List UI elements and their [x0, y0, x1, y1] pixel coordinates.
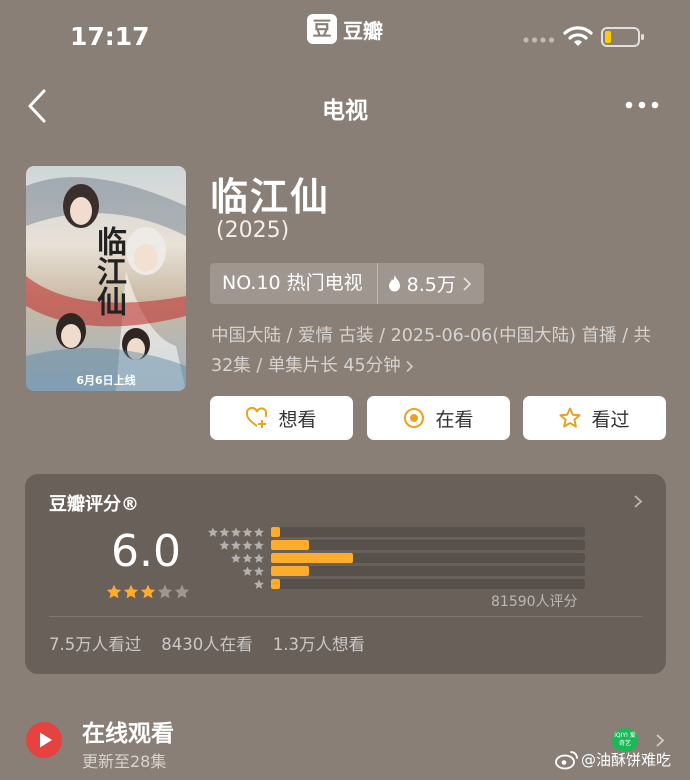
watermark-text: @油酥饼难吃 [581, 751, 672, 769]
watching-label: 在看 [435, 408, 474, 431]
rating-bar-track [271, 566, 585, 576]
rating-bar-track [271, 553, 585, 563]
platform-badge-text: iQIYI 爱奇艺 [614, 732, 636, 747]
watching-button[interactable]: 在看 [367, 396, 510, 440]
mini-stars-icon [219, 540, 264, 550]
want-to-watch-button[interactable]: 想看 [210, 396, 353, 440]
popularity: 8.5万 [378, 270, 484, 297]
douban-logo-icon: 豆 [307, 14, 337, 44]
popularity-count: 8.5万 [406, 274, 456, 296]
rating-bar-track [271, 579, 585, 589]
cellular-signal-icon [523, 37, 555, 43]
fire-icon [388, 275, 400, 292]
weibo-icon [555, 750, 578, 769]
chevron-right-icon[interactable] [633, 494, 643, 509]
eye-target-icon [404, 408, 425, 428]
watched-button[interactable]: 看过 [523, 396, 666, 440]
app-badge: 豆 豆瓣 [307, 14, 383, 44]
star-empty-icon [174, 584, 190, 599]
watched-label: 看过 [591, 408, 630, 431]
rating-bar-track [271, 527, 585, 537]
show-year: (2025) [216, 218, 290, 243]
battery-icon [601, 27, 644, 47]
show-meta-info[interactable]: 中国大陆 / 爱情 古装 / 2025-06-06(中国大陆) 首播 / 共32… [211, 321, 661, 381]
page-title: 电视 [322, 98, 368, 124]
watching-count[interactable]: 8430人在看 [161, 631, 253, 655]
watch-stats: 7.5万人看过 8430人在看 1.3万人想看 [49, 631, 365, 655]
online-watch-subtitle: 更新至28集 [82, 752, 167, 771]
mini-stars-icon [254, 579, 264, 589]
rating-bar-fill [271, 566, 309, 576]
show-poster[interactable]: 临江仙 6月6日上线 [26, 166, 186, 391]
more-options-icon[interactable] [624, 97, 660, 113]
mini-stars-icon [242, 566, 264, 576]
ranking-label: NO.10 热门电视 [210, 263, 378, 304]
rating-heading: 豆瓣评分® [49, 494, 139, 515]
poster-title-text: 临江仙 [91, 226, 126, 316]
rater-count: 81590人评分 [491, 594, 578, 610]
heart-plus-icon [246, 407, 268, 428]
divider [49, 616, 642, 617]
watermark: @油酥饼难吃 [555, 749, 671, 770]
poster-date-text: 6月6日上线 [76, 374, 136, 387]
star-filled-icon [140, 584, 156, 599]
app-name: 豆瓣 [343, 18, 383, 43]
star-outline-icon [559, 407, 581, 428]
status-bar: 17:17 豆 豆瓣 [0, 0, 690, 70]
show-meta-text: 中国大陆 / 爱情 古装 / 2025-06-06(中国大陆) 首播 / 共32… [211, 326, 652, 376]
want-count[interactable]: 1.3万人想看 [273, 631, 365, 655]
star-filled-icon [123, 584, 139, 599]
star-filled-icon [106, 584, 122, 599]
show-title: 临江仙 [210, 175, 331, 219]
play-icon[interactable] [25, 721, 63, 759]
rating-bar-fill [271, 579, 281, 589]
online-watch-title[interactable]: 在线观看 [82, 714, 174, 748]
want-to-watch-label: 想看 [278, 408, 317, 431]
chevron-right-icon[interactable] [655, 733, 665, 748]
rating-bar-fill [271, 553, 353, 563]
rating-bar-track [271, 540, 585, 550]
rating-bar-fill [271, 527, 281, 537]
rating-stars [106, 584, 190, 600]
chevron-right-icon [406, 360, 413, 372]
rating-score: 6.0 [111, 526, 181, 577]
watched-count[interactable]: 7.5万人看过 [49, 631, 141, 655]
mini-stars-icon [208, 527, 264, 537]
chevron-right-icon [463, 276, 472, 291]
ranking-chip[interactable]: NO.10 热门电视 8.5万 [210, 263, 484, 304]
wifi-icon [563, 26, 593, 46]
mini-stars-icon [231, 553, 264, 563]
status-time: 17:17 [70, 22, 150, 51]
rating-bar-fill [271, 540, 309, 550]
rating-card[interactable]: 豆瓣评分® 6.0 81590人评分 7.5万人看过 8430人在看 1.3万人… [25, 474, 666, 674]
star-empty-icon [157, 584, 173, 599]
